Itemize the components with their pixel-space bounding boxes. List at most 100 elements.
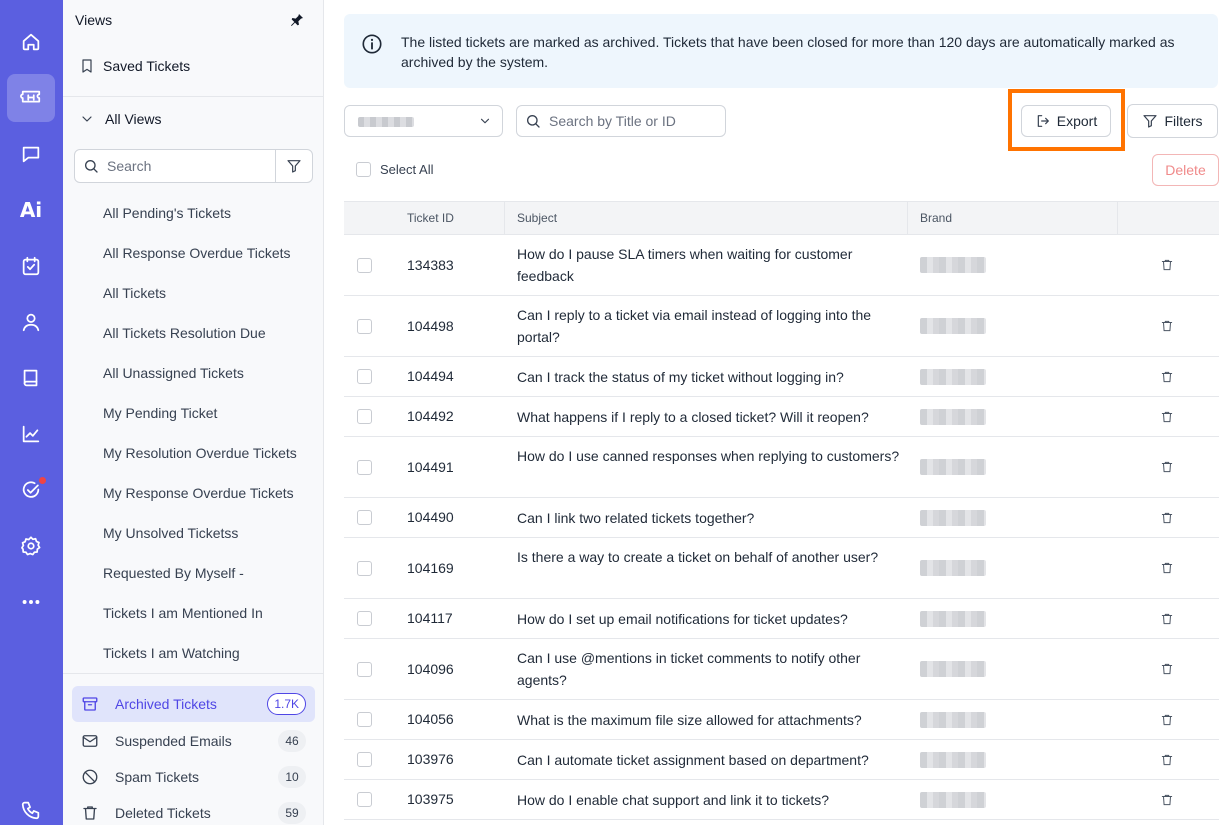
reports-icon[interactable] bbox=[7, 410, 55, 458]
info-icon bbox=[362, 34, 382, 54]
view-item[interactable]: All Unassigned Tickets bbox=[103, 353, 303, 393]
trash-icon[interactable] bbox=[1160, 370, 1174, 384]
chat-icon[interactable] bbox=[7, 130, 55, 178]
view-item[interactable]: All Tickets Resolution Due bbox=[103, 313, 303, 353]
trash-icon[interactable] bbox=[1160, 612, 1174, 626]
trash-icon[interactable] bbox=[1160, 561, 1174, 575]
archived-tickets-item[interactable]: Archived Tickets 1.7K bbox=[72, 686, 315, 722]
spam-tickets-label: Spam Tickets bbox=[115, 769, 200, 785]
view-item[interactable]: Tickets I am Watching bbox=[103, 633, 303, 673]
table-row[interactable]: 104492 What happens if I reply to a clos… bbox=[344, 397, 1219, 437]
ticket-subject[interactable]: How do I use canned responses when reply… bbox=[517, 445, 907, 467]
trash-icon[interactable] bbox=[1160, 713, 1174, 727]
ticket-subject[interactable]: How do I set up email notifications for … bbox=[517, 608, 907, 630]
table-row[interactable]: 104490 Can I link two related tickets to… bbox=[344, 498, 1219, 538]
table-row[interactable]: 104096 Can I use @mentions in ticket com… bbox=[344, 639, 1219, 700]
ticket-subject[interactable]: Is there a way to create a ticket on beh… bbox=[517, 546, 907, 568]
row-checkbox[interactable] bbox=[357, 712, 372, 727]
table-row[interactable]: 104498 Can I reply to a ticket via email… bbox=[344, 296, 1219, 357]
table-row[interactable]: 104117 How do I set up email notificatio… bbox=[344, 599, 1219, 639]
brand-value bbox=[920, 409, 986, 425]
pin-icon[interactable] bbox=[289, 12, 305, 28]
row-checkbox[interactable] bbox=[357, 561, 372, 576]
export-button[interactable]: Export bbox=[1021, 105, 1111, 137]
ticket-subject[interactable]: Can I track the status of my ticket with… bbox=[517, 366, 907, 388]
notification-dot bbox=[38, 476, 47, 485]
view-item[interactable]: My Resolution Overdue Tickets bbox=[103, 433, 303, 473]
tickets-icon[interactable] bbox=[7, 74, 55, 122]
trash-icon[interactable] bbox=[1160, 793, 1174, 807]
ticket-id: 104498 bbox=[407, 318, 454, 334]
saved-tickets-item[interactable]: Saved Tickets bbox=[79, 58, 190, 74]
table-row[interactable]: 103975 How do I enable chat support and … bbox=[344, 780, 1219, 820]
spam-tickets-item[interactable]: Spam Tickets 10 bbox=[72, 759, 315, 795]
view-item[interactable]: My Response Overdue Tickets bbox=[103, 473, 303, 513]
views-search-input[interactable] bbox=[107, 158, 267, 174]
table-row[interactable]: 104494 Can I track the status of my tick… bbox=[344, 357, 1219, 397]
column-brand[interactable]: Brand bbox=[920, 202, 952, 235]
more-icon[interactable] bbox=[7, 578, 55, 626]
row-checkbox[interactable] bbox=[357, 611, 372, 626]
tasks-icon[interactable] bbox=[7, 242, 55, 290]
column-ticket-id[interactable]: Ticket ID bbox=[407, 202, 454, 235]
column-subject[interactable]: Subject bbox=[517, 202, 557, 235]
view-item[interactable]: My Unsolved Ticketss bbox=[103, 513, 303, 553]
view-item[interactable]: All Tickets bbox=[103, 273, 303, 313]
trash-icon[interactable] bbox=[1160, 511, 1174, 525]
ticket-subject[interactable]: Can I link two related tickets together? bbox=[517, 507, 907, 529]
settings-icon[interactable] bbox=[7, 522, 55, 570]
table-row[interactable]: 103976 Can I automate ticket assignment … bbox=[344, 740, 1219, 780]
trash-icon[interactable] bbox=[1160, 258, 1174, 272]
delete-button[interactable]: Delete bbox=[1152, 154, 1219, 186]
view-item[interactable]: All Response Overdue Tickets bbox=[103, 233, 303, 273]
ticket-subject[interactable]: How do I pause SLA timers when waiting f… bbox=[517, 243, 907, 287]
ticket-subject[interactable]: Can I reply to a ticket via email instea… bbox=[517, 304, 907, 348]
contacts-icon[interactable] bbox=[7, 298, 55, 346]
ticket-subject[interactable]: Can I automate ticket assignment based o… bbox=[517, 749, 907, 771]
all-views-toggle[interactable]: All Views bbox=[79, 111, 162, 127]
search-icon bbox=[85, 160, 98, 173]
row-checkbox[interactable] bbox=[357, 662, 372, 677]
approvals-icon[interactable] bbox=[7, 466, 55, 514]
deleted-tickets-item[interactable]: Deleted Tickets 59 bbox=[72, 795, 315, 825]
row-checkbox[interactable] bbox=[357, 409, 372, 424]
table-row[interactable]: 104056 What is the maximum file size all… bbox=[344, 700, 1219, 740]
row-checkbox[interactable] bbox=[357, 510, 372, 525]
brand-value bbox=[920, 752, 986, 768]
select-all-checkbox[interactable] bbox=[356, 162, 371, 177]
row-checkbox[interactable] bbox=[357, 792, 372, 807]
row-checkbox[interactable] bbox=[357, 319, 372, 334]
view-item[interactable]: Requested By Myself - bbox=[103, 553, 303, 593]
knowledge-base-icon[interactable] bbox=[7, 354, 55, 402]
select-all[interactable]: Select All bbox=[356, 162, 433, 177]
filters-button[interactable]: Filters bbox=[1127, 104, 1218, 138]
ai-label: Ai bbox=[19, 198, 43, 222]
ticket-subject[interactable]: Can I use @mentions in ticket comments t… bbox=[517, 647, 907, 691]
view-item[interactable]: All Pending's Tickets bbox=[103, 193, 303, 233]
export-icon bbox=[1037, 115, 1049, 127]
trash-icon[interactable] bbox=[1160, 753, 1174, 767]
home-icon[interactable] bbox=[7, 18, 55, 66]
row-checkbox[interactable] bbox=[357, 369, 372, 384]
table-row[interactable]: 104491 How do I use canned responses whe… bbox=[344, 437, 1219, 498]
suspended-emails-item[interactable]: Suspended Emails 46 bbox=[72, 723, 315, 759]
table-row[interactable]: 134383 How do I pause SLA timers when wa… bbox=[344, 235, 1219, 296]
ai-icon[interactable]: Ai bbox=[7, 186, 55, 234]
row-checkbox[interactable] bbox=[357, 752, 372, 767]
view-item[interactable]: My Pending Ticket bbox=[103, 393, 303, 433]
ticket-subject[interactable]: What happens if I reply to a closed tick… bbox=[517, 406, 907, 428]
row-checkbox[interactable] bbox=[357, 460, 372, 475]
phone-icon[interactable] bbox=[7, 786, 55, 825]
trash-icon[interactable] bbox=[1160, 460, 1174, 474]
trash-icon[interactable] bbox=[1160, 410, 1174, 424]
trash-icon[interactable] bbox=[1160, 319, 1174, 333]
ticket-subject[interactable]: How do I enable chat support and link it… bbox=[517, 789, 907, 811]
brand-select[interactable] bbox=[344, 105, 503, 137]
view-item[interactable]: Tickets I am Mentioned In bbox=[103, 593, 303, 633]
ticket-subject[interactable]: What is the maximum file size allowed fo… bbox=[517, 709, 907, 731]
trash-icon[interactable] bbox=[1160, 662, 1174, 676]
row-checkbox[interactable] bbox=[357, 258, 372, 273]
ticket-search-input[interactable] bbox=[549, 113, 719, 129]
views-filter-button[interactable] bbox=[275, 150, 312, 182]
table-row[interactable]: 104169 Is there a way to create a ticket… bbox=[344, 538, 1219, 599]
